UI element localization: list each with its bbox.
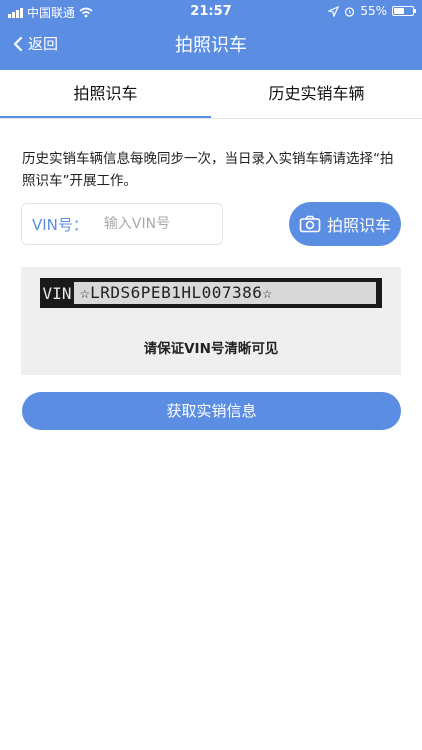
status-right: 55% — [328, 4, 416, 18]
vin-sample-image: VIN ☆LRDS6PEB1HL007386☆ — [40, 278, 382, 308]
vin-label: VIN号： — [32, 215, 88, 234]
status-bar: 中国联通 21:57 55% — [0, 0, 422, 22]
battery-icon — [392, 6, 416, 16]
active-tab-indicator — [0, 116, 211, 118]
page-title: 拍照识车 — [175, 35, 247, 56]
tab-history-sold-vehicles[interactable]: 历史实销车辆 — [211, 70, 422, 118]
top-header: 中国联通 21:57 55% 返回 拍照识车 — [0, 0, 422, 70]
vin-sample-panel: VIN ☆LRDS6PEB1HL007386☆ 请保证VIN号清晰可见 — [21, 267, 401, 375]
battery-percent: 55% — [360, 4, 387, 18]
location-arrow-icon — [328, 5, 340, 17]
vin-input[interactable] — [101, 215, 206, 233]
tab-photo-recognition[interactable]: 拍照识车 — [0, 70, 211, 118]
sync-notice: 历史实销车辆信息每晚同步一次，当日录入实销车辆请选择“拍照识车”开展工作。 — [22, 151, 394, 189]
camera-icon — [299, 215, 321, 233]
photo-recognition-button[interactable]: 拍照识车 — [289, 202, 401, 246]
alarm-icon — [345, 6, 355, 17]
tab-bar: 拍照识车 历史实销车辆 — [0, 70, 422, 119]
vin-sample-caption: 请保证VIN号清晰可见 — [143, 341, 279, 357]
photo-button-label: 拍照识车 — [326, 216, 391, 235]
vin-field: VIN号： — [21, 203, 223, 245]
vin-plate-code: ☆LRDS6PEB1HL007386☆ — [74, 282, 376, 304]
get-sales-info-button[interactable]: 获取实销信息 — [22, 392, 401, 430]
vin-plate-prefix: VIN — [42, 283, 72, 303]
